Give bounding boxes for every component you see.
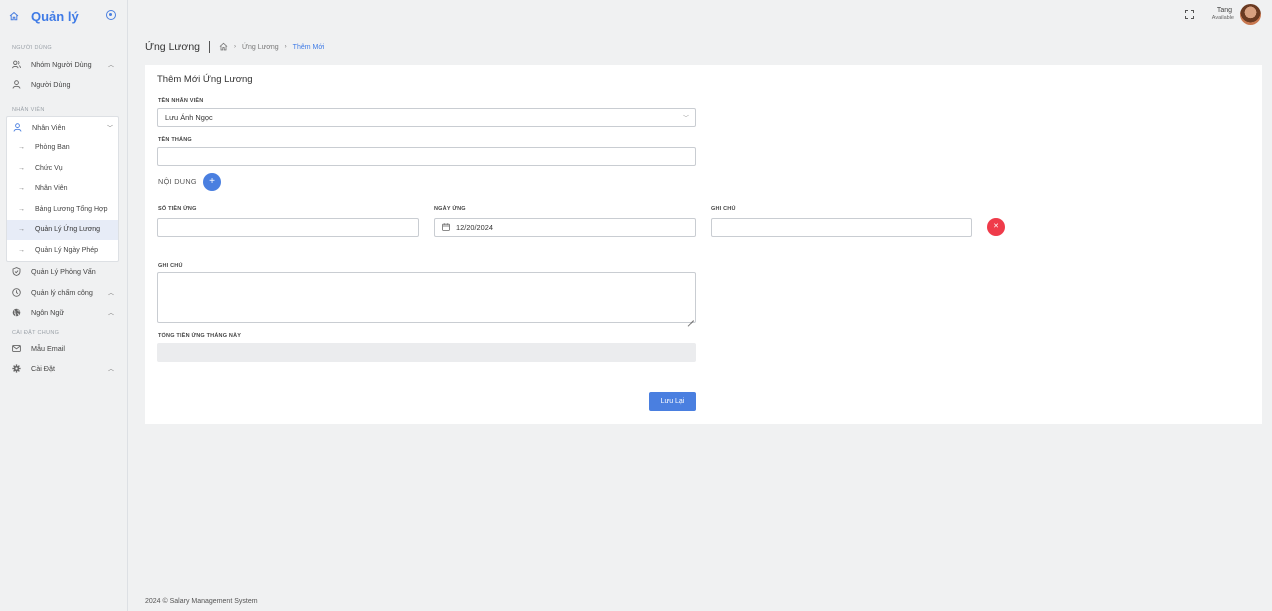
- note-label: GHI CHÚ: [158, 263, 183, 269]
- chevron-right-icon: ›: [234, 44, 236, 50]
- employee-select[interactable]: Lưu Ánh Ngọc ﹀: [157, 108, 696, 127]
- chevron-up-icon: ︿: [107, 290, 114, 297]
- sidebar-item-email-template[interactable]: Mẫu Email: [0, 338, 127, 359]
- sidebar-item-label: Người Dùng: [31, 80, 71, 90]
- row-note-label: GHI CHÚ: [711, 206, 736, 212]
- employee-label: TÊN NHÂN VIÊN: [158, 98, 204, 104]
- sidebar-item-attendance[interactable]: Quản lý chấm công ︿: [0, 282, 127, 303]
- home-icon: [9, 10, 21, 22]
- total-label: TỔNG TIỀN ỨNG THÁNG NÀY: [158, 333, 242, 339]
- sidebar-item-label: Quản Lý Phỏng Vấn: [31, 267, 96, 277]
- toggle-sidebar-icon[interactable]: [106, 10, 116, 20]
- employee-select-value: Lưu Ánh Ngọc: [165, 113, 213, 122]
- section-label-staff: NHÂN VIÊN: [12, 107, 45, 113]
- amount-input[interactable]: [157, 218, 419, 237]
- form-title: Thêm Mới Ứng Lương: [157, 74, 253, 85]
- arrow-right-icon: →: [18, 144, 25, 152]
- form-card: Thêm Mới Ứng Lương TÊN NHÂN VIÊN Lưu Ánh…: [145, 65, 1262, 424]
- sidebar-subitem-departments[interactable]: → Phòng Ban: [7, 138, 118, 159]
- sidebar-item-interviews[interactable]: Quản Lý Phỏng Vấn: [0, 262, 127, 283]
- chevron-up-icon: ︿: [107, 367, 114, 374]
- footer-text: 2024 © Salary Management System: [145, 598, 258, 605]
- sidebar-subitem-label: Quản Lý Ứng Lương: [35, 226, 101, 234]
- sidebar-subitem-label: Chức Vụ: [35, 164, 63, 172]
- user-icon: [13, 122, 22, 132]
- arrow-right-icon: →: [18, 185, 25, 193]
- globe-icon: [12, 308, 21, 317]
- user-status: Available: [1211, 15, 1234, 21]
- sidebar-group-staff: Nhân Viên ﹀ → Phòng Ban → Chức Vụ → Nhân Vi…: [6, 116, 119, 262]
- breadcrumb: Ứng Lương › Ứng Lương › Thêm Mới: [145, 40, 325, 54]
- sidebar-item-settings[interactable]: Cài Đặt ︿: [0, 359, 127, 380]
- sidebar-item-label: Mẫu Email: [31, 343, 65, 353]
- chevron-up-icon: ︿: [107, 311, 114, 318]
- month-input[interactable]: [157, 147, 696, 166]
- fullscreen-icon[interactable]: [1185, 10, 1194, 19]
- date-input-value: 12/20/2024: [456, 223, 493, 232]
- sidebar-item-staff[interactable]: Nhân Viên ﹀: [7, 117, 118, 138]
- sidebar-item-label: Cài Đặt: [31, 364, 55, 374]
- total-field: [157, 343, 696, 362]
- clock-icon: [12, 288, 21, 297]
- arrow-right-icon: →: [18, 164, 25, 172]
- sidebar-subitem-label: Quản Lý Ngày Phép: [35, 246, 99, 254]
- avatar[interactable]: [1240, 4, 1261, 25]
- breadcrumb-link[interactable]: Ứng Lương: [242, 44, 279, 51]
- users-group-icon: [12, 60, 21, 69]
- sidebar-item-label: Ngôn Ngữ: [31, 308, 65, 318]
- content-label: NỘI DUNG: [158, 177, 197, 186]
- sidebar-subitem-leave[interactable]: → Quản Lý Ngày Phép: [7, 240, 118, 261]
- gear-icon: [12, 364, 21, 373]
- sidebar-subitem-label: Nhân Viên: [35, 185, 68, 193]
- shield-check-icon: [12, 267, 21, 277]
- arrow-right-icon: →: [18, 205, 25, 213]
- chevron-up-icon: ︿: [107, 62, 114, 69]
- sidebar-subitem-positions[interactable]: → Chức Vụ: [7, 158, 118, 179]
- sidebar-item-users[interactable]: Người Dùng: [0, 75, 127, 96]
- chevron-right-icon: ›: [284, 44, 287, 50]
- calendar-icon: [442, 222, 450, 233]
- breadcrumb-divider: [209, 41, 210, 53]
- sidebar-subitem-employees[interactable]: → Nhân Viên: [7, 179, 118, 200]
- arrow-right-icon: →: [18, 226, 25, 234]
- amount-label: SỐ TIỀN ỨNG: [158, 206, 197, 212]
- sidebar-item-language[interactable]: Ngôn Ngữ ︿: [0, 303, 127, 324]
- row-note-input[interactable]: [711, 218, 972, 237]
- topbar: Tang Available: [128, 0, 1272, 30]
- brand[interactable]: Quản lý: [0, 0, 127, 32]
- note-textarea[interactable]: [157, 272, 696, 323]
- save-button[interactable]: Lưu Lại: [649, 392, 696, 411]
- sidebar-subitem-label: Bảng Lương Tổng Hợp: [35, 205, 108, 213]
- sidebar-item-label: Nhân Viên: [32, 122, 66, 132]
- user-icon: [12, 80, 21, 89]
- brand-title: Quản lý: [31, 8, 79, 24]
- page-title: Ứng Lương: [145, 41, 200, 53]
- date-label: NGÀY ỨNG: [434, 206, 466, 212]
- sidebar: Quản lý NGƯỜI DÙNG Nhóm Người Dùng ︿ Ngư…: [0, 0, 128, 611]
- sidebar-subitem-salary-advance[interactable]: → Quản Lý Ứng Lương: [7, 219, 118, 240]
- section-label-users: NGƯỜI DÙNG: [12, 45, 52, 51]
- sidebar-item-label: Quản lý chấm công: [31, 287, 93, 297]
- date-input[interactable]: 12/20/2024: [434, 218, 696, 237]
- sidebar-subitem-label: Phòng Ban: [35, 144, 70, 152]
- section-label-settings: CÀI ĐẶT CHUNG: [12, 330, 60, 336]
- month-label: TÊN THÁNG: [158, 137, 192, 143]
- chevron-down-icon: ﹀: [682, 116, 689, 122]
- user-name[interactable]: Tang: [1217, 7, 1232, 14]
- sidebar-item-user-groups[interactable]: Nhóm Người Dùng ︿: [0, 54, 127, 75]
- home-icon[interactable]: [219, 42, 228, 53]
- resize-handle-icon[interactable]: [688, 315, 694, 321]
- remove-row-button[interactable]: ✕: [987, 218, 1005, 236]
- breadcrumb-current: Thêm Mới: [292, 43, 325, 51]
- sidebar-subitem-payroll-summary[interactable]: → Bảng Lương Tổng Hợp: [7, 199, 118, 220]
- sidebar-item-label: Nhóm Người Dùng: [31, 59, 92, 69]
- add-content-button[interactable]: +: [203, 173, 221, 191]
- arrow-right-icon: →: [18, 246, 25, 254]
- mail-icon: [12, 344, 21, 353]
- chevron-down-icon: ﹀: [106, 125, 113, 132]
